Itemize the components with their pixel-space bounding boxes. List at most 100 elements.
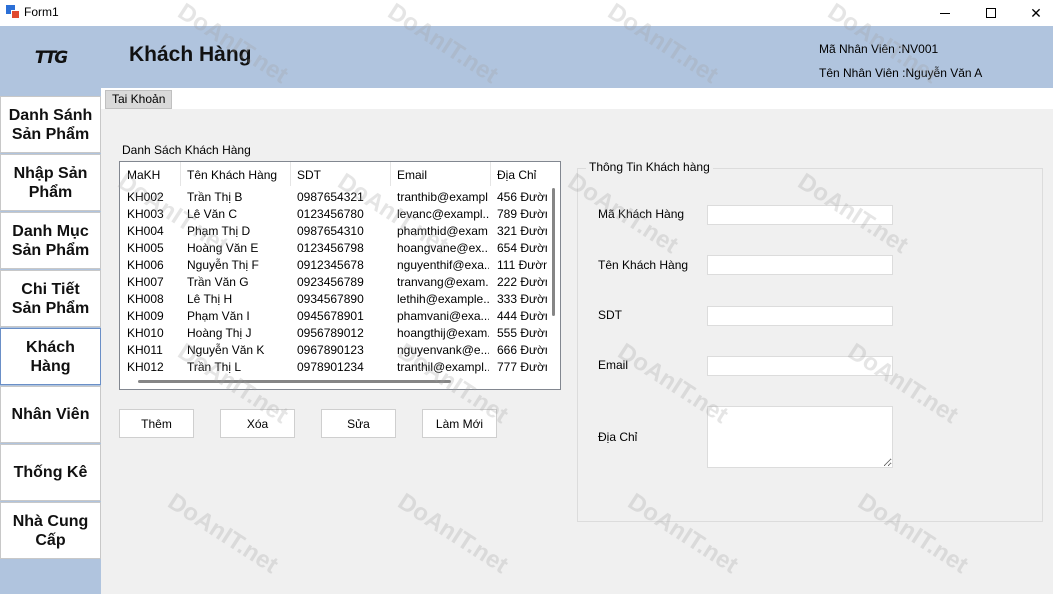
table-cell: tranthib@exampl... xyxy=(397,190,489,204)
table-cell: 0923456789 xyxy=(297,275,364,289)
email-field[interactable] xyxy=(707,356,893,376)
sidebar-item-supplier[interactable]: Nhà Cung Cấp xyxy=(0,502,101,559)
table-cell: KH009 xyxy=(127,309,164,323)
table-cell: Trần Văn G xyxy=(187,275,249,289)
table-cell: tranthil@exampl... xyxy=(397,360,489,374)
column-header[interactable]: MaKH xyxy=(127,168,182,182)
edit-button[interactable]: Sửa xyxy=(321,409,396,438)
sidebar-item-label: Thống Kê xyxy=(13,464,88,481)
table-row[interactable]: KH005 Hoàng Văn E 0123456798 hoangvane@ex..… xyxy=(120,239,548,256)
table-cell: 444 Đườn xyxy=(497,309,547,323)
menu-strip: Tai Khoản xyxy=(101,88,1053,109)
table-row[interactable]: KH006 Nguyễn Thị F 0912345678 nguyenthif@ex… xyxy=(120,256,548,273)
maximize-icon xyxy=(986,8,996,18)
account-menu-item[interactable]: Tai Khoản xyxy=(105,90,173,109)
window-title: Form1 xyxy=(24,5,59,19)
column-header[interactable]: Tên Khách Hàng xyxy=(187,168,287,182)
minimize-button[interactable] xyxy=(922,0,968,26)
table-cell: 789 Đườn xyxy=(497,207,547,221)
table-cell: 654 Đườn xyxy=(497,241,547,255)
customer-name-field[interactable] xyxy=(707,255,893,275)
add-button[interactable]: Thêm xyxy=(119,409,194,438)
sidebar-item-statistics[interactable]: Thống Kê xyxy=(0,444,101,501)
delete-button[interactable]: Xóa xyxy=(220,409,295,438)
logo-icon: TTG xyxy=(34,48,69,68)
column-header[interactable]: SDT xyxy=(297,168,389,182)
customer-id-field[interactable] xyxy=(707,205,893,225)
horizontal-scrollbar[interactable] xyxy=(120,375,560,389)
customer-id-label: Mã Khách Hàng xyxy=(598,207,685,221)
table-cell: KH006 xyxy=(127,258,164,272)
table-cell: 111 Đườn xyxy=(497,258,547,272)
table-cell: 0967890123 xyxy=(297,343,364,357)
sidebar-item-label: Danh Mục Sản Phẩm xyxy=(11,222,90,259)
scroll-thumb[interactable] xyxy=(138,380,451,383)
sidebar-item-label: Danh Sánh Sản Phẩm xyxy=(8,106,93,143)
table-cell: tranvang@exam... xyxy=(397,275,489,289)
column-header[interactable]: Địa Chỉ xyxy=(497,168,547,182)
sidebar-item-product-category[interactable]: Danh Mục Sản Phẩm xyxy=(0,212,101,269)
employee-id-label: Mã Nhân Viên :NV001 xyxy=(819,42,939,56)
header-banner: Khách Hàng Mã Nhân Viên :NV001 Tên Nhân … xyxy=(101,26,1053,88)
table-row[interactable]: KH003 Lê Văn C 0123456780 levanc@exampl... 7… xyxy=(120,205,548,222)
close-icon: ✕ xyxy=(1030,4,1042,21)
maximize-button[interactable] xyxy=(968,0,1014,26)
table-cell: Hoàng Thị J xyxy=(187,326,252,340)
table-cell: KH004 xyxy=(127,224,164,238)
logo: TTG xyxy=(0,26,101,90)
table-cell: KH003 xyxy=(127,207,164,221)
table-cell: Nguyễn Thị F xyxy=(187,258,259,272)
app-icon xyxy=(6,5,20,19)
table-row[interactable]: KH007 Trần Văn G 0923456789 tranvang@exam..… xyxy=(120,273,548,290)
table-cell: 0978901234 xyxy=(297,360,364,374)
phone-field[interactable] xyxy=(707,306,893,326)
sidebar-item-employee[interactable]: Nhân Viên xyxy=(0,386,101,443)
column-header[interactable]: Email xyxy=(397,168,489,182)
list-header: MaKH Tên Khách Hàng SDT Email Địa Chỉ xyxy=(120,162,560,186)
customer-list-view[interactable]: MaKH Tên Khách Hàng SDT Email Địa Chỉ KH… xyxy=(119,161,561,390)
table-cell: nguyenthif@exa... xyxy=(397,258,489,272)
minimize-icon xyxy=(940,12,950,14)
table-cell: hoangvane@ex... xyxy=(397,241,489,255)
table-row[interactable]: KH008 Lê Thị H 0934567890 lethih@example...… xyxy=(120,290,548,307)
close-button[interactable]: ✕ xyxy=(1013,0,1053,26)
table-row[interactable]: KH011 Nguyễn Văn K 0967890123 nguyenvank@e.… xyxy=(120,341,548,358)
table-cell: Phạm Thị D xyxy=(187,224,251,238)
sidebar-item-label: Khách Hàng xyxy=(26,338,75,375)
table-cell: 333 Đườn xyxy=(497,292,547,306)
refresh-button[interactable]: Làm Mới xyxy=(422,409,497,438)
sidebar-item-import-product[interactable]: Nhập Sản Phẩm xyxy=(0,154,101,211)
table-row[interactable]: KH004 Phạm Thị D 0987654310 phamthid@exam..… xyxy=(120,222,548,239)
table-cell: KH005 xyxy=(127,241,164,255)
sidebar-item-product-detail[interactable]: Chi Tiết Sản Phẩm xyxy=(0,270,101,327)
table-cell: 222 Đườn xyxy=(497,275,547,289)
table-cell: KH008 xyxy=(127,292,164,306)
table-row[interactable]: KH009 Phạm Văn I 0945678901 phamvani@exa...… xyxy=(120,307,548,324)
table-cell: Lê Văn C xyxy=(187,207,238,221)
table-cell: KH012 xyxy=(127,360,164,374)
table-cell: Nguyễn Văn K xyxy=(187,343,265,357)
table-cell: 0956789012 xyxy=(297,326,364,340)
table-cell: 555 Đườn xyxy=(497,326,547,340)
table-row[interactable]: KH010 Hoàng Thị J 0956789012 hoangthij@exam… xyxy=(120,324,548,341)
table-cell: KH010 xyxy=(127,326,164,340)
email-label: Email xyxy=(598,358,629,372)
employee-name-label: Tên Nhân Viên :Nguyễn Văn A xyxy=(819,66,983,80)
customer-info-caption: Thông Tin Khách hàng xyxy=(586,160,713,174)
table-row[interactable]: KH012 Trần Thị L 0978901234 tranthil@exampl… xyxy=(120,358,548,375)
address-field[interactable] xyxy=(707,406,893,468)
table-row[interactable]: KH002 Trần Thị B 0987654321 tranthib@exampl… xyxy=(120,188,548,205)
sidebar-item-product-list[interactable]: Danh Sánh Sản Phẩm xyxy=(0,96,101,153)
phone-label: SDT xyxy=(598,308,622,322)
scroll-thumb[interactable] xyxy=(552,188,555,316)
table-cell: Phạm Văn I xyxy=(187,309,250,323)
table-cell: Lê Thị H xyxy=(187,292,233,306)
table-cell: 0912345678 xyxy=(297,258,364,272)
sidebar-item-customer[interactable]: Khách Hàng xyxy=(0,328,101,385)
table-cell: Trần Thị L xyxy=(187,360,242,374)
table-cell: levanc@exampl... xyxy=(397,207,489,221)
table-cell: KH011 xyxy=(127,343,163,357)
table-cell: KH002 xyxy=(127,190,164,204)
vertical-scrollbar[interactable] xyxy=(548,186,560,366)
table-cell: KH007 xyxy=(127,275,164,289)
